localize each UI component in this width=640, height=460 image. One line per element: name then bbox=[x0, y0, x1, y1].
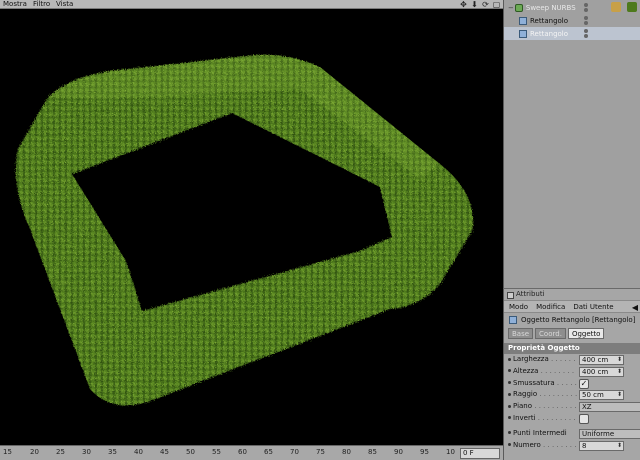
menu-dati-utente[interactable]: Dati Utente bbox=[573, 303, 613, 311]
timeline-tick: 65 bbox=[264, 448, 273, 456]
timeline-tick: 10 bbox=[446, 448, 455, 456]
visibility-dots[interactable] bbox=[584, 3, 588, 12]
object-label: Sweep NURBS bbox=[525, 3, 576, 12]
timeline-tick: 45 bbox=[160, 448, 169, 456]
menu-modo[interactable]: Modo bbox=[509, 303, 528, 311]
rotate-icon[interactable]: ⟳ bbox=[481, 0, 490, 9]
attributes-menubar: Modo Modifica Dati Utente ◀ bbox=[504, 300, 640, 313]
numero-field[interactable]: 8 ⬍ bbox=[579, 440, 624, 451]
material-tag-icon[interactable] bbox=[611, 2, 621, 12]
timeline-tick: 85 bbox=[368, 448, 377, 456]
object-row-rettangolo-2[interactable]: Rettangolo bbox=[504, 27, 640, 40]
stepper-icon: ⬍ bbox=[616, 391, 622, 399]
tab-oggetto[interactable]: Oggetto bbox=[567, 328, 605, 339]
piano-dropdown[interactable]: XZ bbox=[579, 402, 640, 413]
param-punti-intermedi: Punti Intermedi Uniforme bbox=[504, 428, 640, 440]
param-numero: Numero . . . . . . . . 8 ⬍ bbox=[504, 440, 640, 452]
sweep-nurbs-icon bbox=[514, 3, 523, 12]
object-row-rettangolo-1[interactable]: Rettangolo bbox=[504, 14, 640, 27]
menu-modifica[interactable]: Modifica bbox=[536, 303, 565, 311]
stepper-icon: ⬍ bbox=[616, 356, 622, 363]
rectangle-spline-icon bbox=[509, 316, 517, 324]
param-larghezza: Larghezza . . . . . . 400 cm ⬍ bbox=[504, 354, 640, 366]
current-frame-field[interactable]: 0 F bbox=[460, 448, 500, 459]
timeline-tick: 25 bbox=[56, 448, 65, 456]
keyframe-dot[interactable] bbox=[508, 404, 511, 408]
timeline[interactable]: 15 20 25 30 35 40 45 50 55 60 65 70 75 8… bbox=[0, 445, 503, 460]
timeline-tick: 40 bbox=[134, 448, 143, 456]
grass-tag-icon[interactable] bbox=[627, 2, 637, 12]
timeline-tick: 75 bbox=[316, 448, 325, 456]
keyframe-dot[interactable] bbox=[508, 381, 511, 385]
menu-mostra[interactable]: Mostra bbox=[3, 0, 27, 9]
keyframe-dot[interactable] bbox=[508, 443, 511, 447]
rectangle-spline-icon bbox=[519, 29, 527, 38]
timeline-tick: 95 bbox=[420, 448, 429, 456]
timeline-tick: 15 bbox=[3, 448, 12, 456]
keyframe-dot[interactable] bbox=[508, 431, 511, 435]
move-icon[interactable]: ✥ bbox=[459, 0, 468, 9]
visibility-dots[interactable] bbox=[584, 16, 588, 25]
keyframe-dot[interactable] bbox=[508, 392, 511, 396]
timeline-tick: 50 bbox=[186, 448, 195, 456]
timeline-tick: 55 bbox=[212, 448, 221, 456]
param-inverti: Inverti . . . . . . . . . bbox=[504, 413, 640, 425]
keyframe-dot[interactable] bbox=[508, 416, 511, 420]
param-altezza: Altezza . . . . . . . . 400 cm ⬍ bbox=[504, 366, 640, 378]
object-row-sweep[interactable]: − Sweep NURBS bbox=[504, 1, 640, 14]
object-label: Rettangolo bbox=[530, 29, 569, 38]
maximize-icon[interactable]: ▢ bbox=[492, 0, 501, 9]
collapse-icon[interactable]: − bbox=[508, 4, 514, 12]
viewport-tools: ✥ ⬇ ⟳ ▢ bbox=[459, 0, 501, 9]
altezza-field[interactable]: 400 cm ⬍ bbox=[579, 366, 624, 377]
rectangle-spline-icon bbox=[519, 16, 527, 25]
stepper-icon: ⬍ bbox=[616, 441, 622, 449]
timeline-tick: 90 bbox=[394, 448, 403, 456]
punti-intermedi-dropdown[interactable]: Uniforme bbox=[579, 428, 640, 439]
tab-base[interactable]: Base bbox=[508, 328, 534, 339]
visibility-dots[interactable] bbox=[584, 29, 588, 38]
arrow-down-icon[interactable]: ⬇ bbox=[470, 0, 479, 9]
object-header: Oggetto Rettangolo [Rettangolo] bbox=[504, 313, 640, 327]
keyframe-dot[interactable] bbox=[508, 357, 511, 361]
raggio-field[interactable]: 50 cm ⬍ bbox=[579, 390, 624, 401]
stepper-icon: ⬍ bbox=[616, 367, 622, 375]
timeline-tick: 30 bbox=[82, 448, 91, 456]
attributes-manager: Attributi Modo Modifica Dati Utente ◀ Og… bbox=[503, 288, 640, 460]
param-raggio: Raggio . . . . . . . . . 50 cm ⬍ bbox=[504, 389, 640, 401]
menu-vista[interactable]: Vista bbox=[56, 0, 73, 9]
inverti-checkbox[interactable] bbox=[579, 413, 589, 424]
object-label: Rettangolo bbox=[530, 16, 569, 25]
object-name: Oggetto Rettangolo [Rettangolo] bbox=[521, 316, 636, 324]
timeline-tick: 35 bbox=[108, 448, 117, 456]
viewport-menubar: Mostra Filtro Vista ✥ ⬇ ⟳ ▢ bbox=[0, 0, 503, 9]
timeline-tick: 60 bbox=[238, 448, 247, 456]
tab-coord[interactable]: Coord. bbox=[535, 328, 566, 339]
param-smussatura: Smussatura . . . . . ✓ bbox=[504, 378, 640, 390]
timeline-tick: 80 bbox=[342, 448, 351, 456]
back-arrow-icon[interactable]: ◀ bbox=[632, 303, 638, 312]
grass-frame-render bbox=[15, 54, 473, 406]
param-piano: Piano . . . . . . . . . . XZ bbox=[504, 401, 640, 413]
3d-viewport[interactable]: Mostra Filtro Vista ✥ ⬇ ⟳ ▢ bbox=[0, 0, 503, 445]
larghezza-field[interactable]: 400 cm ⬍ bbox=[579, 355, 624, 365]
section-proprieta-oggetto: Proprietà Oggetto bbox=[504, 343, 640, 354]
menu-filtro[interactable]: Filtro bbox=[33, 0, 50, 9]
timeline-tick: 20 bbox=[30, 448, 39, 456]
keyframe-dot[interactable] bbox=[508, 369, 511, 373]
smussatura-checkbox[interactable]: ✓ bbox=[579, 378, 589, 389]
timeline-tick: 70 bbox=[290, 448, 299, 456]
attribute-tabs: Base Coord. Oggetto bbox=[504, 327, 640, 340]
object-manager: − Sweep NURBS Rettangolo Rettangolo bbox=[503, 0, 640, 288]
attributes-title: Attributi bbox=[504, 289, 640, 300]
